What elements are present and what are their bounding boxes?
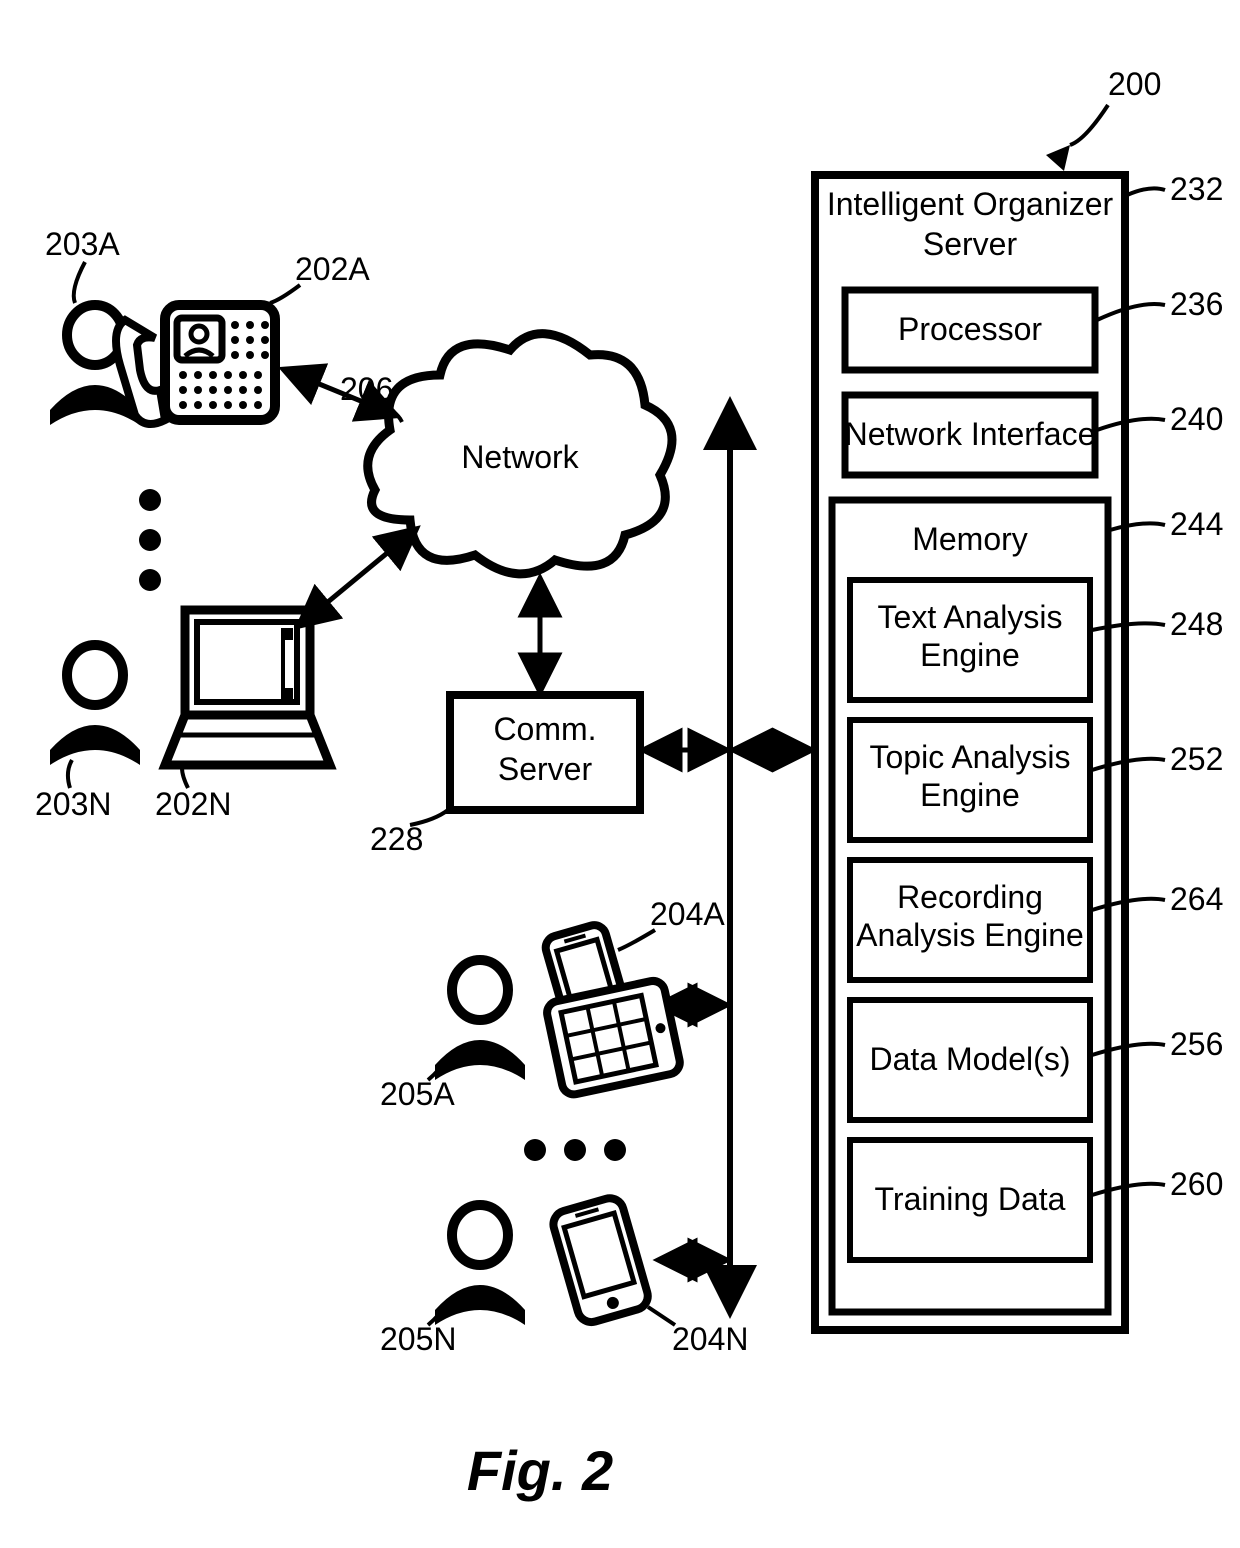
device-202a — [116, 305, 275, 424]
ellipsis-left — [139, 489, 161, 591]
ref-236: 236 — [1170, 286, 1223, 322]
processor-label: Processor — [898, 311, 1042, 347]
topic-engine-l2: Engine — [920, 777, 1020, 813]
server-title1: Intelligent Organizer — [827, 186, 1114, 222]
ref-264: 264 — [1170, 881, 1223, 917]
ref-256: 256 — [1170, 1026, 1223, 1062]
leader-203n — [68, 760, 72, 788]
ellipsis-right — [524, 1139, 626, 1161]
ref-244: 244 — [1170, 506, 1223, 542]
user-203n-label: 203N — [35, 786, 112, 822]
comm-server-line2: Server — [498, 751, 593, 787]
comm-server: Comm. Server — [450, 695, 640, 810]
ref-252: 252 — [1170, 741, 1223, 777]
leader-204n — [648, 1307, 675, 1325]
user-203a-label: 203A — [45, 226, 120, 262]
system-ref-text: 200 — [1108, 66, 1161, 102]
user-205a-label: 205A — [380, 1076, 455, 1112]
user-205n-label: 205N — [380, 1321, 457, 1357]
ref-248: 248 — [1170, 606, 1223, 642]
comm-server-ref: 228 — [370, 821, 423, 857]
device-204a — [543, 922, 682, 1096]
network-if-label: Network Interface — [845, 416, 1096, 452]
comm-server-line1: Comm. — [493, 711, 596, 747]
data-models-label: Data Model(s) — [870, 1041, 1071, 1077]
device-204n-label: 204N — [672, 1321, 749, 1357]
device-202a-label: 202A — [295, 251, 370, 287]
leader-203a — [74, 262, 85, 303]
server-title2: Server — [923, 226, 1018, 262]
topic-engine-l1: Topic Analysis — [870, 739, 1071, 775]
leader-204a — [618, 930, 655, 950]
user-205a-icon — [435, 960, 525, 1080]
device-204a-label: 204A — [650, 896, 725, 932]
text-engine-l2: Engine — [920, 637, 1020, 673]
leader-202n — [182, 768, 188, 788]
rec-engine-l1: Recording — [897, 879, 1043, 915]
ref-232: 232 — [1170, 171, 1223, 207]
link-202n-network — [300, 530, 415, 625]
figure-caption: Fig. 2 — [467, 1439, 613, 1502]
ref-240: 240 — [1170, 401, 1223, 437]
server-box: Intelligent Organizer Server Processor N… — [815, 175, 1125, 1330]
training-label: Training Data — [875, 1181, 1066, 1217]
network-label: Network — [461, 439, 579, 475]
user-205n-icon — [435, 1205, 525, 1325]
system-ref: 200 — [1046, 66, 1161, 171]
device-202n — [165, 610, 330, 765]
leader-202a — [270, 285, 300, 303]
network-cloud: Network — [368, 334, 672, 574]
device-202n-label: 202N — [155, 786, 232, 822]
device-204n — [550, 1195, 651, 1325]
user-203n-icon — [50, 645, 140, 765]
ref-260: 260 — [1170, 1166, 1223, 1202]
text-engine-l1: Text Analysis — [878, 599, 1063, 635]
memory-label: Memory — [912, 521, 1028, 557]
rec-engine-l2: Analysis Engine — [856, 917, 1084, 953]
leader-228 — [410, 810, 448, 825]
